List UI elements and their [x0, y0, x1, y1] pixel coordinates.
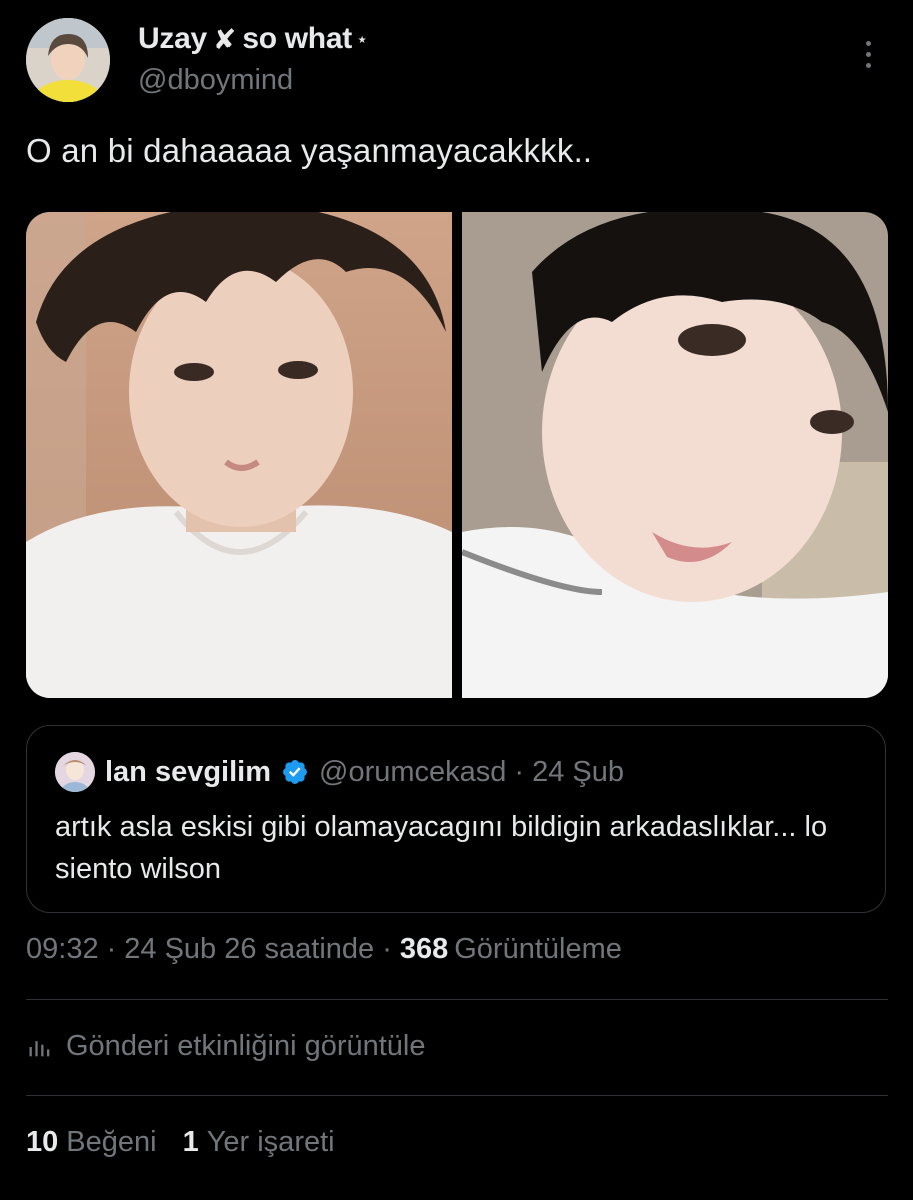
quoted-tweet[interactable]: lan sevgilim @orumcekasd · 24 Şub artık … [26, 725, 886, 913]
quoted-author-handle[interactable]: @orumcekasd [319, 756, 506, 789]
separator-dot: · [106, 933, 117, 965]
verified-badge-icon [283, 760, 307, 784]
likes-count[interactable]: 10 [26, 1126, 58, 1159]
x-mark-icon: ✘ [212, 23, 237, 55]
photo-left[interactable] [26, 212, 452, 698]
bookmarks-label[interactable]: Yer işareti [207, 1126, 335, 1159]
view-post-activity-link[interactable]: Gönderi etkinliğini görüntüle [26, 1030, 426, 1063]
tweet-date[interactable]: 24 Şub 26 saatinde [124, 933, 374, 966]
separator-dot: · [514, 755, 525, 788]
views-label: Görüntüleme [454, 933, 622, 965]
quoted-author-avatar[interactable] [55, 752, 95, 792]
quoted-date[interactable]: 24 Şub [532, 756, 624, 789]
tweet-media [26, 212, 888, 698]
divider [26, 999, 888, 1000]
tweet-text: O an bi dahaaaaa yaşanmayacakkkk.. [26, 132, 593, 169]
author-name[interactable]: Uzay [138, 22, 207, 56]
analytics-icon [29, 1040, 50, 1056]
quoted-tweet-header: lan sevgilim @orumcekasd · 24 Şub [55, 752, 624, 792]
photo-right[interactable] [462, 212, 888, 698]
separator-dot: · [382, 933, 392, 965]
divider [26, 1095, 888, 1096]
likes-label[interactable]: Beğeni [66, 1126, 156, 1159]
engagement-stats: 10 Beğeni 1 Yer işareti [26, 1126, 361, 1159]
more-options-icon[interactable] [848, 34, 888, 74]
author-name-row[interactable]: Uzay ✘ so what ⋆ [138, 22, 368, 56]
bookmarks-count[interactable]: 1 [183, 1126, 199, 1159]
tweet-time[interactable]: 09:32 [26, 933, 99, 966]
quoted-author-name[interactable]: lan sevgilim [105, 756, 271, 789]
tweet-meta: 09:32 · 24 Şub 26 saatinde · 368 Görüntü… [26, 933, 622, 966]
author-handle[interactable]: @dboymind [138, 64, 293, 97]
author-name-suffix[interactable]: so what [242, 22, 352, 56]
view-post-activity-label[interactable]: Gönderi etkinliğini görüntüle [66, 1030, 426, 1063]
author-avatar[interactable] [26, 18, 110, 102]
tweet-header: Uzay ✘ so what ⋆ @dboymind [26, 14, 888, 106]
star-icon: ⋆ [355, 28, 369, 51]
views-count: 368 [399, 933, 449, 965]
quoted-tweet-text: artık asla eskisi gibi olamayacagını bil… [55, 811, 828, 885]
